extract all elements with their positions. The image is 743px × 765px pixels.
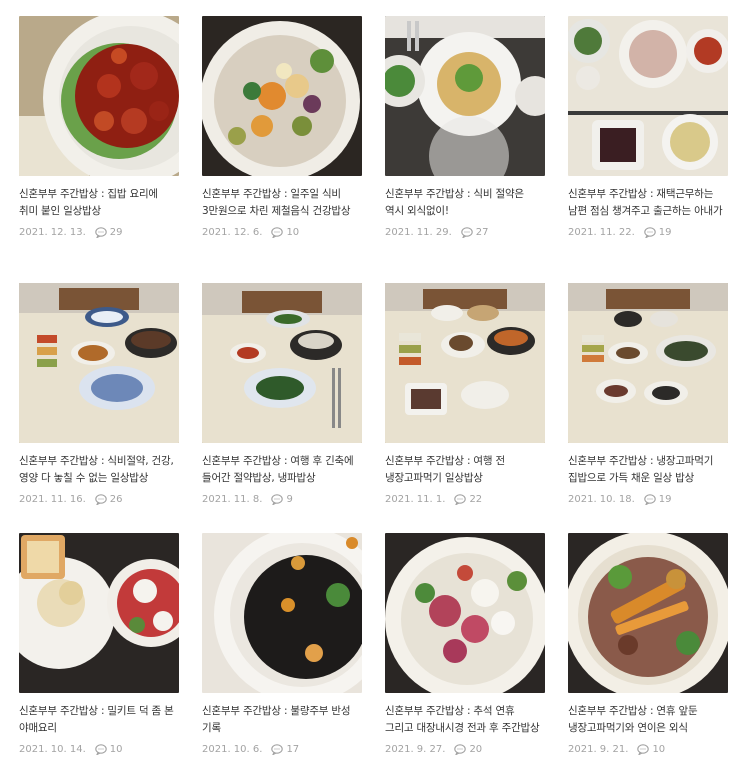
comment-count-value: 22 <box>469 493 483 505</box>
speech-bubble-icon <box>271 226 284 238</box>
comment-count-value: 19 <box>658 226 672 238</box>
post-date: 2021. 11. 29. <box>385 226 452 238</box>
post-card[interactable]: 신혼부부 주간밥상 : 추석 연휴 그리고 대장내시경 전과 후 주간밥상 20… <box>385 533 545 757</box>
post-thumbnail[interactable] <box>568 16 728 176</box>
post-title[interactable]: 신혼부부 주간밥상 : 밀키트 덕 좀 본 야매요리 <box>19 703 179 739</box>
post-date: 2021. 11. 8. <box>202 493 263 505</box>
comment-count-value: 26 <box>109 493 123 505</box>
comment-count-value: 10 <box>286 226 300 238</box>
post-date: 2021. 10. 18. <box>568 493 635 505</box>
speech-bubble-icon <box>461 226 473 238</box>
post-card[interactable]: 신혼부부 주간밥상 : 식비 절약은 역시 외식없이! 2021. 11. 29… <box>385 16 545 240</box>
post-date: 2021. 10. 6. <box>202 743 263 755</box>
post-thumbnail[interactable] <box>385 533 545 693</box>
post-title[interactable]: 신혼부부 주간밥상 : 여행 후 긴축에 들어간 절약밥상, 냉파밥상 <box>202 453 362 489</box>
post-thumbnail[interactable] <box>19 283 179 443</box>
post-date: 2021. 10. 14. <box>19 743 86 755</box>
speech-bubble-icon <box>271 743 284 755</box>
comment-count[interactable]: 10 <box>271 227 299 238</box>
post-title[interactable]: 신혼부부 주간밥상 : 집밥 요리에 취미 붙인 일상밥상 <box>19 186 179 222</box>
comment-count-value: 19 <box>658 493 672 505</box>
post-title[interactable]: 신혼부부 주간밥상 : 여행 전 냉장고파먹기 일상밥상 <box>385 453 545 489</box>
speech-bubble-icon <box>454 743 467 755</box>
speech-bubble-icon <box>644 493 656 505</box>
post-card[interactable]: 신혼부부 주간밥상 : 집밥 요리에 취미 붙인 일상밥상 2021. 12. … <box>19 16 179 240</box>
post-date: 2021. 9. 21. <box>568 743 629 755</box>
post-title[interactable]: 신혼부부 주간밥상 : 일주일 식비 3만원으로 차린 제철음식 건강밥상 <box>202 186 362 222</box>
post-thumbnail[interactable] <box>202 283 362 443</box>
comment-count[interactable]: 29 <box>95 227 123 238</box>
post-card[interactable]: 신혼부부 주간밥상 : 불량주부 반성 기록 2021. 10. 6. 17 <box>202 533 362 757</box>
post-thumbnail[interactable] <box>19 16 179 176</box>
post-meta: 2021. 12. 13. 29 <box>19 224 179 240</box>
post-meta: 2021. 9. 27. 20 <box>385 741 545 757</box>
post-meta: 2021. 10. 6. 17 <box>202 741 362 757</box>
speech-bubble-icon <box>95 226 107 238</box>
post-meta: 2021. 11. 29. 27 <box>385 224 545 240</box>
post-date: 2021. 12. 6. <box>202 226 263 238</box>
comment-count[interactable]: 10 <box>95 744 123 755</box>
speech-bubble-icon <box>454 493 467 505</box>
post-thumbnail[interactable] <box>568 533 728 693</box>
post-meta: 2021. 12. 6. 10 <box>202 224 362 240</box>
comment-count[interactable]: 9 <box>271 493 293 505</box>
post-card[interactable]: 신혼부부 주간밥상 : 냉장고파먹기 집밥으로 가득 채운 일상 밥상 2021… <box>568 283 728 507</box>
post-card[interactable]: 신혼부부 주간밥상 : 여행 전 냉장고파먹기 일상밥상 2021. 11. 1… <box>385 283 545 507</box>
speech-bubble-icon <box>637 743 650 755</box>
post-title[interactable]: 신혼부부 주간밥상 : 식비절약, 건강, 영양 다 놓칠 수 없는 일상밥상 <box>19 453 179 489</box>
comment-count[interactable]: 27 <box>461 227 489 238</box>
post-meta: 2021. 11. 16. 26 <box>19 491 179 507</box>
speech-bubble-icon <box>95 743 107 755</box>
speech-bubble-icon <box>644 226 656 238</box>
comment-count[interactable]: 26 <box>95 494 123 505</box>
post-card[interactable]: 신혼부부 주간밥상 : 여행 후 긴축에 들어간 절약밥상, 냉파밥상 2021… <box>202 283 362 507</box>
post-title[interactable]: 신혼부부 주간밥상 : 추석 연휴 그리고 대장내시경 전과 후 주간밥상 <box>385 703 545 739</box>
post-card[interactable]: 신혼부부 주간밥상 : 재택근무하는 남편 점심 챙겨주고 출근하는 아내가 차… <box>568 16 728 240</box>
comment-count-value: 17 <box>286 743 300 755</box>
comment-count-value: 9 <box>286 493 293 505</box>
post-grid: 신혼부부 주간밥상 : 집밥 요리에 취미 붙인 일상밥상 2021. 12. … <box>0 0 743 765</box>
post-thumbnail[interactable] <box>385 283 545 443</box>
post-date: 2021. 9. 27. <box>385 743 446 755</box>
post-meta: 2021. 11. 1. 22 <box>385 491 545 507</box>
speech-bubble-icon <box>95 493 107 505</box>
post-thumbnail[interactable] <box>19 533 179 693</box>
comment-count-value: 20 <box>469 743 483 755</box>
comment-count[interactable]: 17 <box>271 744 299 755</box>
post-title[interactable]: 신혼부부 주간밥상 : 불량주부 반성 기록 <box>202 703 362 739</box>
comment-count[interactable]: 20 <box>454 744 482 755</box>
post-title[interactable]: 신혼부부 주간밥상 : 식비 절약은 역시 외식없이! <box>385 186 545 222</box>
post-meta: 2021. 10. 18. 19 <box>568 491 728 507</box>
post-title[interactable]: 신혼부부 주간밥상 : 냉장고파먹기 집밥으로 가득 채운 일상 밥상 <box>568 453 728 489</box>
post-card[interactable]: 신혼부부 주간밥상 : 연휴 앞둔 냉장고파먹기와 연이은 외식 2021. 9… <box>568 533 728 757</box>
comment-count[interactable]: 22 <box>454 494 482 505</box>
speech-bubble-icon <box>271 493 284 505</box>
post-date: 2021. 11. 22. <box>568 226 635 238</box>
post-meta: 2021. 11. 22. 19 <box>568 224 728 240</box>
comment-count-value: 27 <box>475 226 489 238</box>
post-title[interactable]: 신혼부부 주간밥상 : 재택근무하는 남편 점심 챙겨주고 출근하는 아내가 차… <box>568 186 728 222</box>
post-thumbnail[interactable] <box>202 16 362 176</box>
post-title[interactable]: 신혼부부 주간밥상 : 연휴 앞둔 냉장고파먹기와 연이은 외식 <box>568 703 728 739</box>
comment-count[interactable]: 19 <box>644 494 672 505</box>
post-thumbnail[interactable] <box>202 533 362 693</box>
post-meta: 2021. 11. 8. 9 <box>202 491 362 507</box>
post-date: 2021. 11. 1. <box>385 493 446 505</box>
comment-count-value: 10 <box>652 743 666 755</box>
post-date: 2021. 11. 16. <box>19 493 86 505</box>
post-meta: 2021. 9. 21. 10 <box>568 741 728 757</box>
comment-count-value: 10 <box>109 743 123 755</box>
post-card[interactable]: 신혼부부 주간밥상 : 밀키트 덕 좀 본 야매요리 2021. 10. 14.… <box>19 533 179 757</box>
comment-count[interactable]: 10 <box>637 744 665 755</box>
comment-count[interactable]: 19 <box>644 227 672 238</box>
post-card[interactable]: 신혼부부 주간밥상 : 식비절약, 건강, 영양 다 놓칠 수 없는 일상밥상 … <box>19 283 179 507</box>
post-meta: 2021. 10. 14. 10 <box>19 741 179 757</box>
post-thumbnail[interactable] <box>385 16 545 176</box>
post-thumbnail[interactable] <box>568 283 728 443</box>
comment-count-value: 29 <box>109 226 123 238</box>
post-card[interactable]: 신혼부부 주간밥상 : 일주일 식비 3만원으로 차린 제철음식 건강밥상 20… <box>202 16 362 240</box>
post-date: 2021. 12. 13. <box>19 226 86 238</box>
